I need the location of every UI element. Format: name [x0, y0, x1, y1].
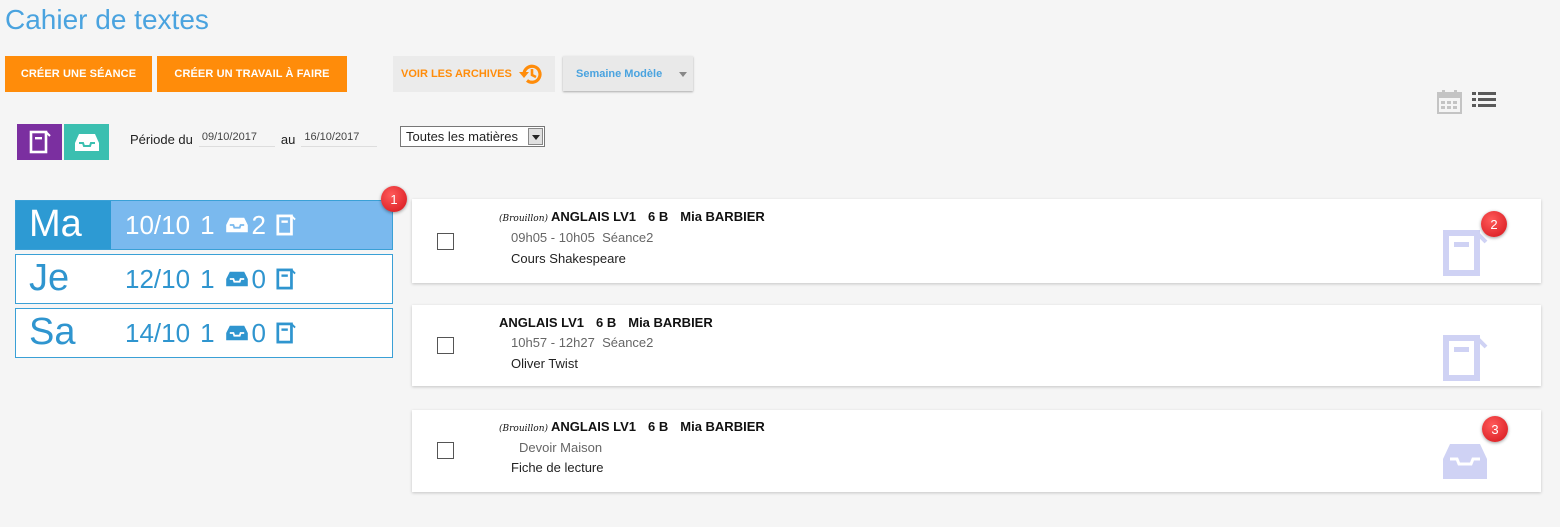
- history-icon: [518, 64, 542, 84]
- day-date: 10/10: [125, 209, 191, 240]
- day-name: Je: [29, 257, 70, 299]
- page-title: Cahier de textes: [5, 4, 209, 35]
- date-from-input[interactable]: 09/10/2017: [198, 131, 275, 147]
- entry-class: 6 B: [648, 419, 669, 434]
- day-item[interactable]: Je 12/10 1 0: [15, 254, 393, 304]
- day-item[interactable]: Sa 14/10 1 0: [15, 308, 393, 358]
- create-homework-button[interactable]: CRÉER UN TRAVAIL À FAIRE: [157, 56, 347, 92]
- period-label: Période du: [130, 131, 193, 147]
- draft-label: (Brouillon): [499, 214, 549, 224]
- period-to-label: au: [280, 131, 296, 147]
- entry-class: 6 B: [648, 209, 669, 224]
- day-session-count: 1: [200, 263, 215, 294]
- entry-type: Devoir Maison: [519, 440, 603, 455]
- day-date: 12/10: [125, 263, 191, 294]
- day-homework-count: 0: [251, 263, 267, 294]
- view-archives-button[interactable]: VOIR LES ARCHIVES: [393, 56, 555, 92]
- entry-teacher: Mia BARBIER: [680, 419, 765, 434]
- notebook-icon: [1443, 230, 1488, 276]
- list-icon[interactable]: [1472, 90, 1496, 110]
- day-homework-count: 0: [251, 317, 267, 348]
- chevron-down-icon: [679, 72, 687, 77]
- entry-checkbox[interactable]: [437, 442, 454, 459]
- notebook-icon: [29, 130, 51, 154]
- entry-checkbox[interactable]: [437, 337, 454, 354]
- entry-time: 10h57 - 12h27 Séance2: [511, 335, 654, 350]
- calendar-icon[interactable]: [1437, 90, 1462, 114]
- inbox-icon: [74, 134, 99, 151]
- entry-header: (Brouillon) ANGLAIS LV1 6 B Mia BARBIER: [499, 209, 765, 224]
- notification-badge: 2: [1481, 211, 1507, 237]
- notebook-icon: [276, 268, 296, 290]
- inbox-icon: [225, 270, 249, 288]
- entry-subject: ANGLAIS LV1: [499, 315, 584, 330]
- day-name: Sa: [29, 311, 76, 353]
- week-model-dropdown[interactable]: Semaine Modèle: [563, 56, 693, 91]
- notebook-icon: [1443, 335, 1488, 381]
- notification-badge: 1: [381, 186, 407, 212]
- day-date: 14/10: [125, 317, 191, 348]
- date-to-input[interactable]: 16/10/2017: [301, 131, 378, 147]
- day-session-count: 1: [200, 209, 215, 240]
- day-session-count: 1: [200, 317, 215, 348]
- entry-card[interactable]: ANGLAIS LV1 6 B Mia BARBIER 10h57 - 12h27 …: [412, 305, 1541, 386]
- entry-subject: ANGLAIS LV1: [551, 419, 637, 434]
- inbox-icon: [1443, 444, 1487, 479]
- entry-checkbox[interactable]: [437, 233, 454, 250]
- draft-label: (Brouillon): [499, 424, 549, 434]
- day-homework-count: 2: [251, 209, 267, 240]
- homework-filter-button[interactable]: [64, 124, 109, 160]
- entry-content: Fiche de lecture: [511, 460, 604, 475]
- week-model-label: Semaine Modèle: [576, 67, 663, 80]
- entry-content: Oliver Twist: [511, 356, 578, 371]
- inbox-icon: [225, 324, 249, 342]
- create-session-button[interactable]: CRÉER UNE SÉANCE: [5, 56, 152, 92]
- entry-card[interactable]: (Brouillon) ANGLAIS LV1 6 B Mia BARBIER Dev…: [412, 410, 1541, 492]
- chevron-down-icon: [528, 128, 543, 145]
- entry-time: 09h05 - 10h05 Séance2: [511, 230, 654, 245]
- entry-content: Cours Shakespeare: [511, 251, 626, 266]
- entry-teacher: Mia BARBIER: [628, 315, 713, 330]
- entry-subject: ANGLAIS LV1: [551, 209, 637, 224]
- subject-select[interactable]: Toutes les matières: [400, 126, 545, 147]
- session-filter-button[interactable]: [17, 124, 62, 160]
- day-name: Ma: [16, 201, 111, 249]
- notebook-icon: [276, 214, 296, 236]
- entry-class: 6 B: [596, 315, 617, 330]
- entry-card[interactable]: (Brouillon) ANGLAIS LV1 6 B Mia BARBIER 09h…: [412, 199, 1541, 283]
- subject-select-value: Toutes les matières: [406, 129, 518, 144]
- notification-badge: 3: [1482, 416, 1508, 442]
- day-item[interactable]: Ma 10/10 1 2: [15, 200, 393, 250]
- inbox-icon: [225, 216, 249, 234]
- archives-label: VOIR LES ARCHIVES: [401, 68, 512, 80]
- entry-teacher: Mia BARBIER: [680, 209, 765, 224]
- notebook-icon: [276, 322, 296, 344]
- entry-header: ANGLAIS LV1 6 B Mia BARBIER: [499, 315, 713, 330]
- entry-header: (Brouillon) ANGLAIS LV1 6 B Mia BARBIER: [499, 419, 765, 434]
